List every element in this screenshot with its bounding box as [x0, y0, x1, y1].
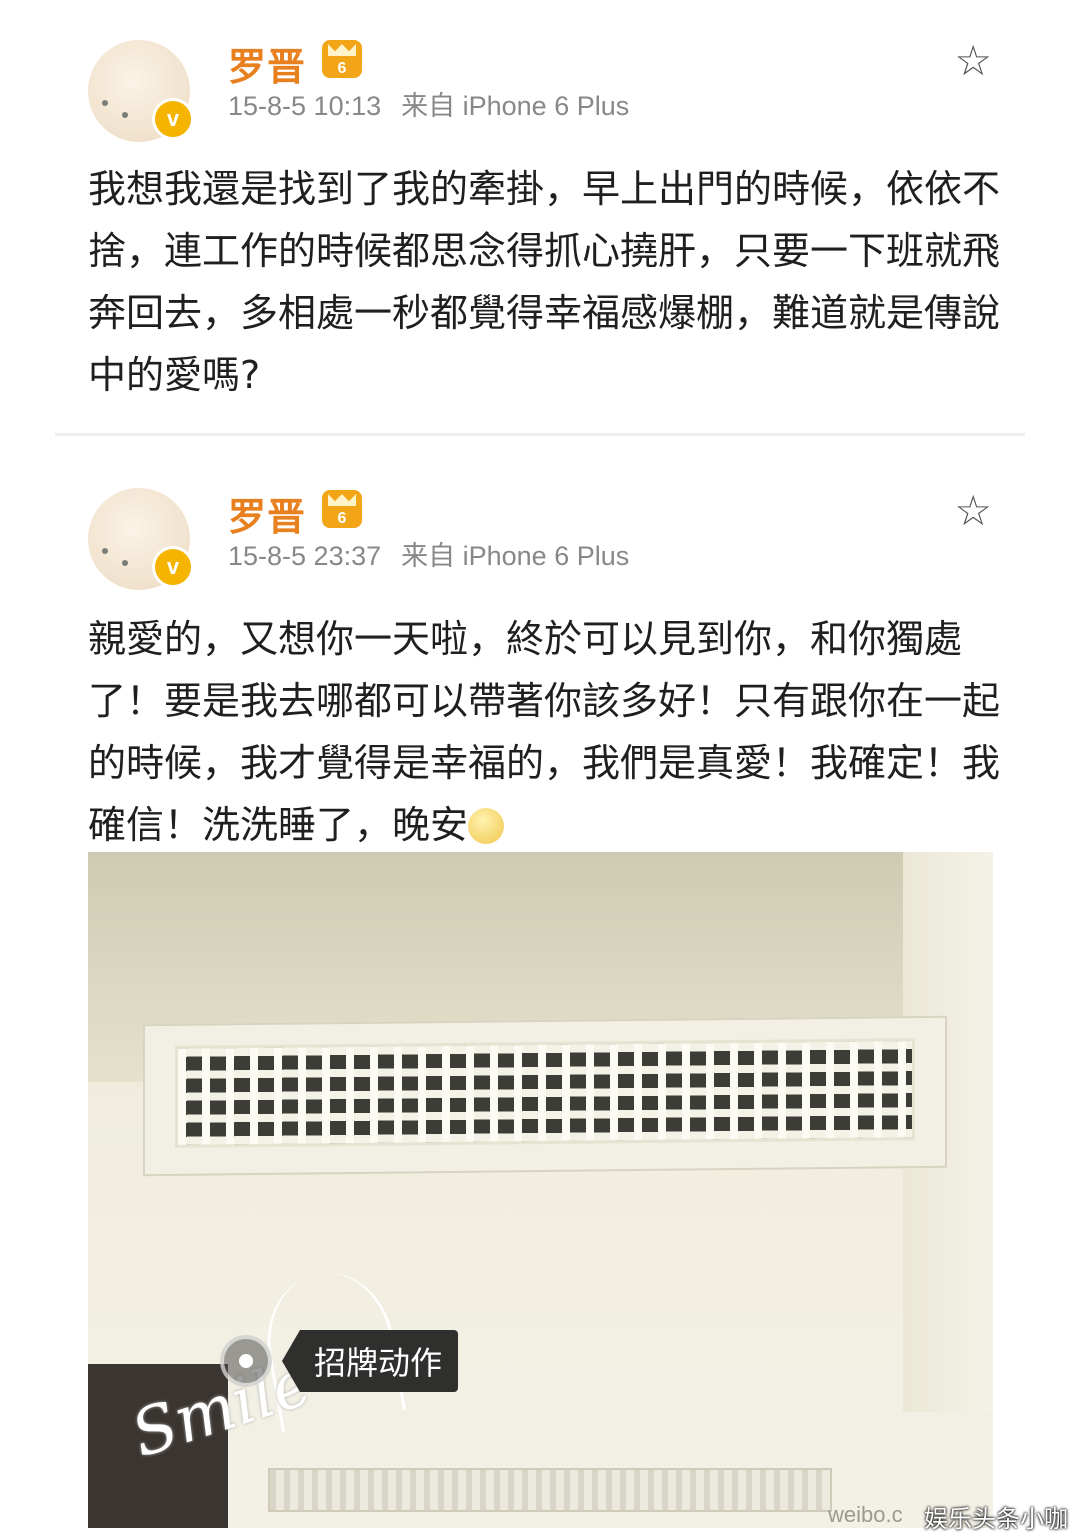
post-meta: 15-8-5 23:37 来自 iPhone 6 Plus — [228, 534, 649, 573]
avatar-decoration — [102, 548, 108, 554]
weibo-post-2: v 罗晋 6 15-8-5 23:37 来自 iPhone 6 Plus ☆ 親愛… — [0, 450, 1080, 1538]
lower-vent — [268, 1468, 832, 1512]
corner-watermark: 娱乐头条小咖 — [924, 1505, 1068, 1533]
photo-tag[interactable]: 招牌动作 — [220, 1330, 459, 1392]
post-text: 我想我還是找到了我的牽掛，早上出門的時候，依依不捨，連工作的時候都思念得抓心撓肝… — [88, 167, 1001, 397]
verified-badge-icon: v — [152, 546, 194, 588]
post-text-content: 親愛的，又想你一天啦，終於可以見到你，和你獨處了！要是我去哪都可以帶著你該多好！… — [88, 617, 1001, 847]
vent-grill — [175, 1038, 915, 1148]
sleepy-face-icon — [468, 808, 505, 844]
star-outline-icon[interactable]: ☆ — [954, 40, 992, 82]
post-source: 来自 iPhone 6 Plus — [401, 541, 630, 571]
username[interactable]: 罗晋 — [228, 486, 306, 541]
star-outline-icon[interactable]: ☆ — [954, 490, 992, 532]
user-avatar[interactable]: v — [88, 488, 194, 590]
user-avatar[interactable]: v — [88, 40, 194, 142]
weibo-post-1: v 罗晋 6 15-8-5 10:13 来自 iPhone 6 Plus ☆ 我想… — [0, 0, 1080, 420]
post-text: 親愛的，又想你一天啦，終於可以見到你，和你獨處了！要是我去哪都可以帶著你該多好！… — [88, 608, 1008, 856]
post-meta: 15-8-5 10:13 来自 iPhone 6 Plus — [228, 84, 649, 123]
avatar-decoration — [102, 100, 108, 106]
post-photo[interactable]: Smile 招牌动作 weibo.c — [88, 852, 993, 1528]
air-vent — [143, 1015, 947, 1177]
vip-level: 6 — [337, 510, 347, 527]
tag-dot-icon — [220, 1335, 272, 1387]
post-time: 15-8-5 23:37 — [228, 541, 382, 571]
vip-level: 6 — [337, 60, 347, 77]
vip-crown-icon: 6 — [322, 490, 362, 528]
verified-badge-icon: v — [152, 98, 194, 140]
vip-crown-icon: 6 — [322, 40, 362, 78]
tag-label: 招牌动作 — [282, 1330, 459, 1392]
avatar-decoration — [122, 112, 128, 118]
post-source: 来自 iPhone 6 Plus — [401, 91, 630, 121]
post-time: 15-8-5 10:13 — [228, 91, 382, 121]
avatar-decoration — [122, 560, 128, 566]
post-divider — [55, 433, 1025, 436]
username[interactable]: 罗晋 — [228, 36, 306, 91]
weibo-watermark: weibo.c — [828, 1502, 903, 1527]
